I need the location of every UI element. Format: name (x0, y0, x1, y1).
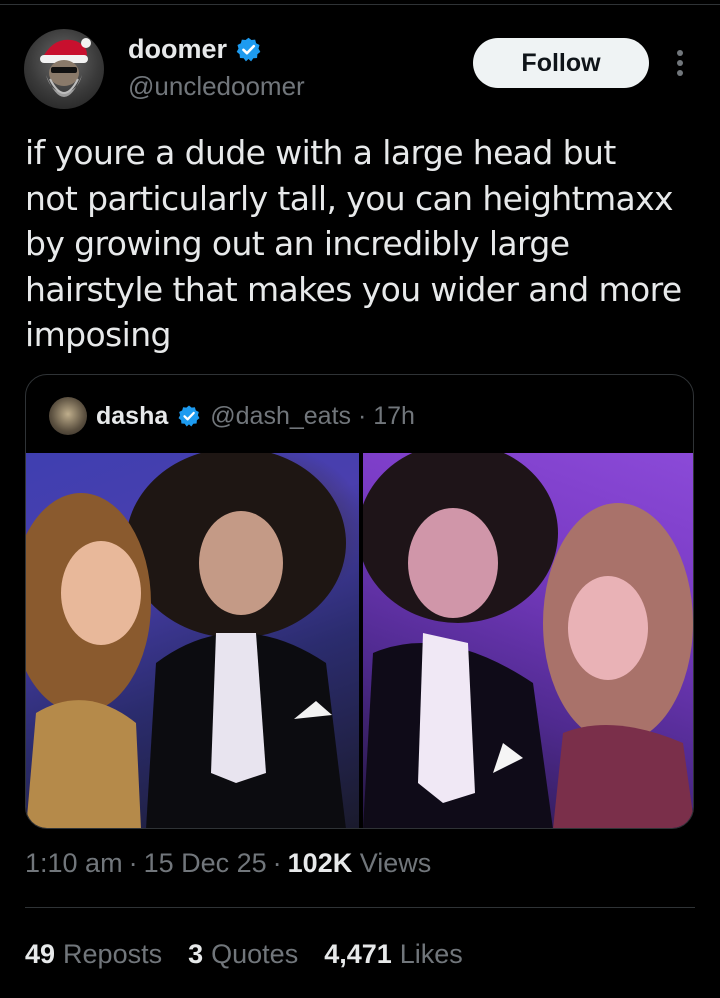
verified-badge-icon (236, 37, 261, 61)
quoted-author-avatar[interactable] (49, 397, 87, 435)
quoted-verified-badge-icon (178, 405, 200, 427)
quoted-photo-2[interactable] (362, 453, 693, 828)
quotes-label: Quotes (211, 939, 299, 969)
likes-label: Likes (399, 939, 463, 969)
meta-separator: · (272, 848, 282, 878)
tweet-time[interactable]: 1:10 am (25, 845, 123, 881)
reposts-count: 49 (25, 939, 56, 969)
views-count: 102K (287, 848, 353, 878)
meta-separator: · (128, 848, 138, 878)
top-divider (0, 4, 720, 5)
author-name-row: doomer (128, 33, 262, 65)
author-avatar[interactable] (24, 29, 104, 109)
quotes-count: 3 (188, 939, 204, 969)
quoted-tweet-header: dasha @dash_eats · 17h (49, 397, 415, 435)
likes-count: 4,471 (324, 939, 392, 969)
quoted-media (26, 453, 693, 828)
views[interactable]: 102K Views (288, 845, 432, 881)
stats-divider (25, 907, 695, 908)
reposts-label: Reposts (63, 939, 163, 969)
author-handle[interactable]: @uncledoomer (128, 70, 305, 102)
tweet-text: if youre a dude with a large head but no… (25, 133, 682, 354)
likes-stat[interactable]: 4,471 Likes (324, 936, 463, 972)
photo-2-illustration (362, 453, 693, 828)
photo-1-illustration (26, 453, 346, 828)
views-label: Views (359, 848, 432, 878)
quoted-photo-1[interactable] (26, 453, 359, 828)
reposts-stat[interactable]: 49 Reposts (25, 936, 162, 972)
follow-button[interactable]: Follow (473, 38, 649, 88)
author-display-name[interactable]: doomer (128, 33, 227, 65)
more-options-icon[interactable] (668, 48, 692, 78)
tweet-date[interactable]: 15 Dec 25 (144, 845, 267, 881)
quotes-stat[interactable]: 3 Quotes (188, 936, 298, 972)
quoted-author-name[interactable]: dasha (96, 402, 168, 431)
engagement-stats: 49 Reposts 3 Quotes 4,471 Likes (25, 936, 463, 972)
tweet-meta: 1:10 am · 15 Dec 25 · 102K Views (25, 845, 431, 881)
quoted-author-handle-time: @dash_eats · 17h (210, 401, 415, 430)
quoted-tweet-card[interactable]: dasha @dash_eats · 17h (25, 374, 694, 829)
avatar-image (40, 38, 91, 97)
